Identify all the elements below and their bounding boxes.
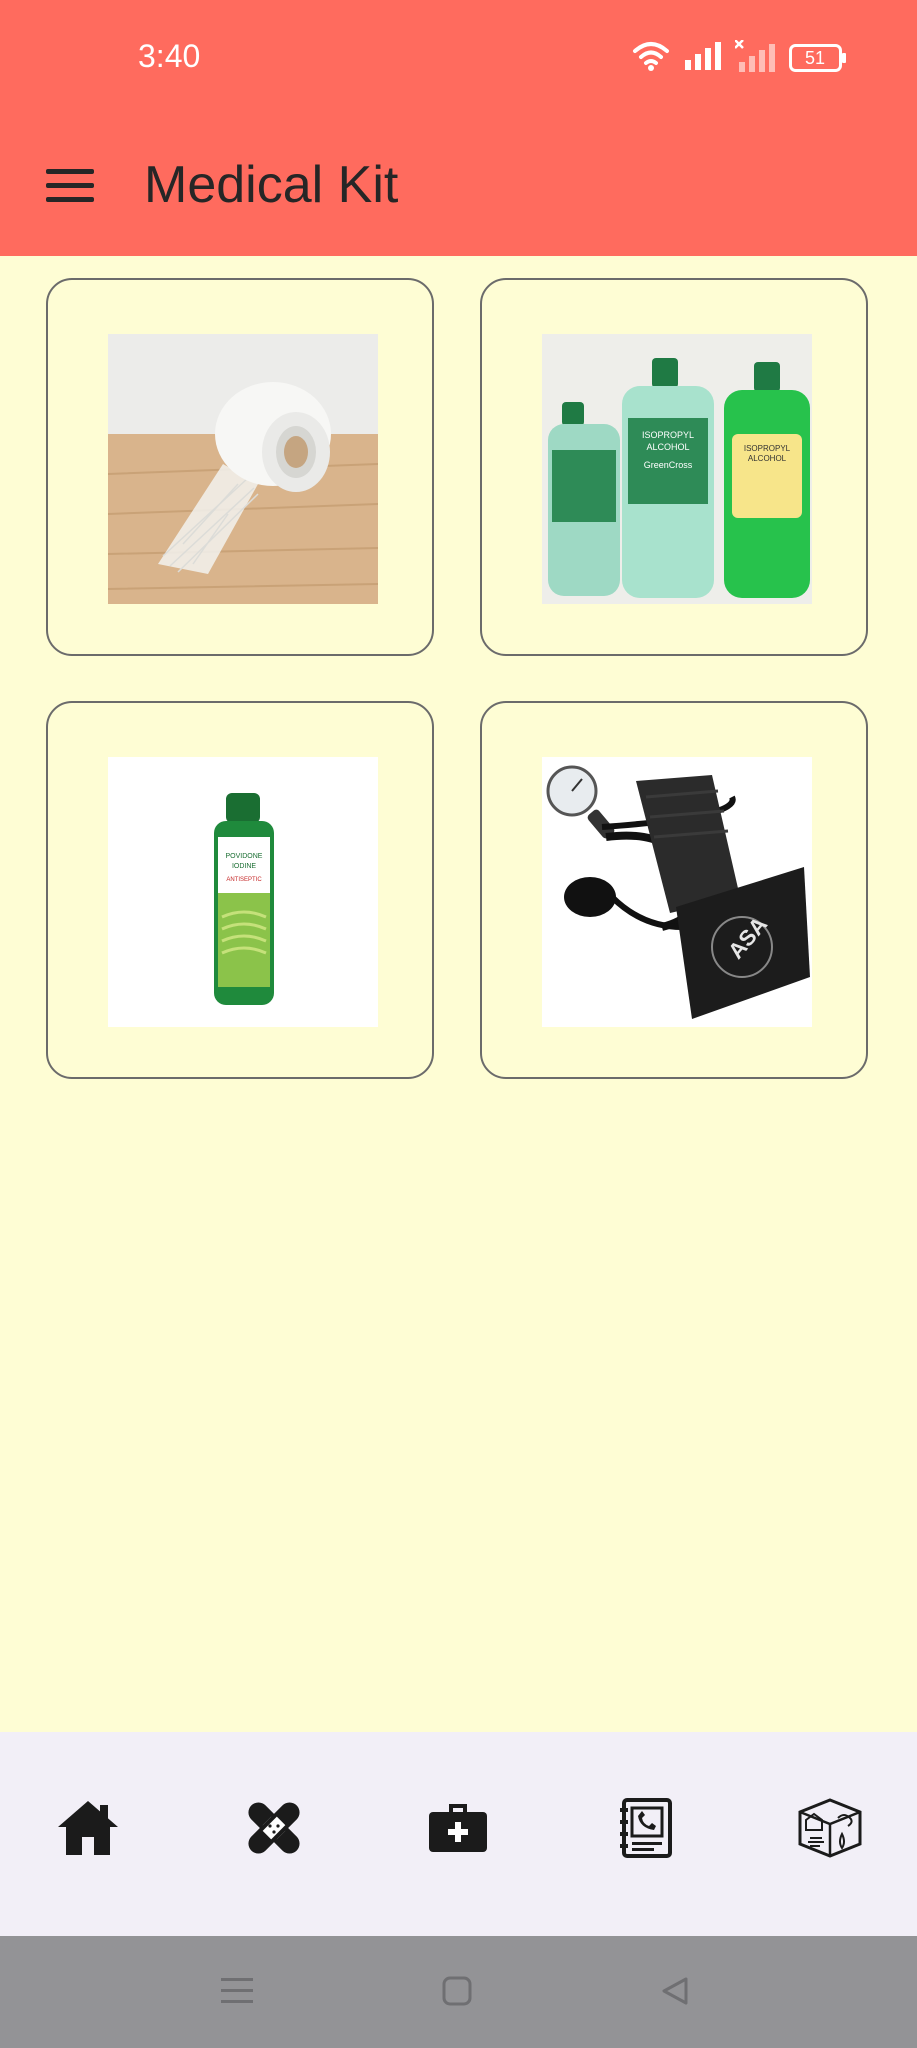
- alcohol-brand: GreenCross: [643, 460, 693, 470]
- back-icon: [660, 1976, 690, 2011]
- item-card-medical-tape[interactable]: [46, 278, 434, 656]
- recents-icon: [221, 1976, 253, 2011]
- iodine-label-2: IODINE: [231, 863, 257, 870]
- alcohol-label-3-2: ALCOHOL: [747, 454, 787, 463]
- medical-tape-image: [108, 334, 378, 604]
- item-grid: ISOPROPYL ALCOHOL GreenCross ISOPROPYL A…: [0, 256, 917, 1732]
- emergency-guide-icon: [798, 1797, 862, 1863]
- signal-icon: [685, 41, 721, 75]
- item-card-isopropyl-alcohol[interactable]: ISOPROPYL ALCOHOL GreenCross ISOPROPYL A…: [480, 278, 868, 656]
- phone-directory-icon: [618, 1797, 674, 1863]
- signal-no-service-icon: [734, 38, 775, 77]
- bandage-icon: [244, 1798, 304, 1863]
- item-card-povidone-iodine[interactable]: POVIDONE IODINE ANTISEPTIC: [46, 701, 434, 1079]
- battery-level: 51: [804, 48, 826, 68]
- isopropyl-alcohol-image: ISOPROPYL ALCOHOL GreenCross ISOPROPYL A…: [542, 334, 812, 604]
- wifi-icon: [631, 41, 671, 76]
- home-button[interactable]: [432, 1968, 482, 2018]
- back-button[interactable]: [650, 1968, 700, 2018]
- blood-pressure-monitor-image: ASA: [542, 757, 812, 1027]
- bottom-navigation: [0, 1732, 917, 1936]
- povidone-iodine-image: POVIDONE IODINE ANTISEPTIC: [108, 757, 378, 1027]
- system-navigation-bar: [0, 1936, 917, 2048]
- iodine-label-3: ANTISEPTIC: [226, 877, 262, 883]
- medical-kit-icon: [427, 1802, 489, 1859]
- app-bar: Medical Kit: [0, 120, 917, 256]
- battery-icon: 51: [789, 44, 847, 72]
- alcohol-label-1: ISOPROPYL: [641, 430, 695, 440]
- alcohol-label-3-1: ISOPROPYL: [743, 444, 791, 453]
- hamburger-menu-icon: [46, 168, 94, 208]
- menu-button[interactable]: [40, 158, 100, 218]
- status-bar: 3:40 51: [0, 0, 917, 120]
- nav-bandage[interactable]: [234, 1790, 314, 1870]
- home-icon: [56, 1799, 120, 1862]
- page-title: Medical Kit: [144, 156, 399, 214]
- item-card-blood-pressure-monitor[interactable]: ASA: [480, 701, 868, 1079]
- recents-button[interactable]: [212, 1968, 262, 2018]
- nav-emergency-guide[interactable]: [790, 1790, 870, 1870]
- nav-phone-directory[interactable]: [606, 1790, 686, 1870]
- alcohol-label-2: ALCOHOL: [646, 442, 690, 452]
- status-icons: 51: [631, 38, 847, 77]
- home-square-icon: [442, 1976, 472, 2011]
- nav-home[interactable]: [48, 1790, 128, 1870]
- iodine-label-1: POVIDONE: [225, 853, 263, 860]
- status-time: 3:40: [138, 38, 201, 74]
- nav-medical-kit[interactable]: [418, 1790, 498, 1870]
